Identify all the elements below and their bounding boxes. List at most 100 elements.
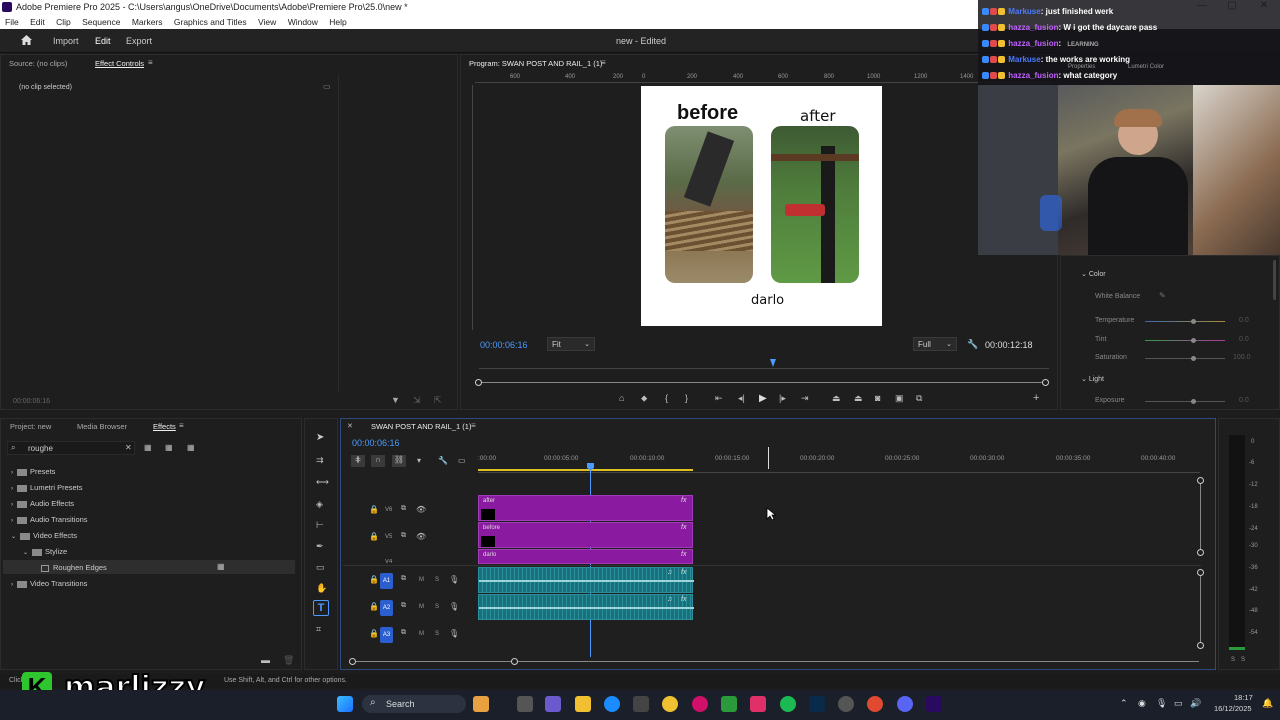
panel-menu-icon[interactable]: ≡ [179, 421, 184, 430]
microphone-icon[interactable]: 🎙 [449, 629, 459, 638]
windows-start-icon[interactable] [337, 696, 353, 712]
scroll-handle[interactable] [349, 658, 356, 665]
tree-item-stylize[interactable]: ⌄ Stylize [23, 547, 67, 556]
sync-lock-icon[interactable]: ⧉ [401, 505, 406, 513]
menu-view[interactable]: View [258, 15, 276, 29]
nav-edit[interactable]: Edit [95, 36, 111, 46]
opera-icon[interactable] [692, 696, 708, 712]
track-name[interactable]: V5 [385, 534, 392, 540]
delete-icon[interactable]: 🗑 [283, 655, 294, 666]
discord-icon[interactable] [897, 696, 913, 712]
temperature-knob[interactable] [1191, 319, 1196, 324]
menu-sequence[interactable]: Sequence [82, 15, 120, 29]
clip-after[interactable]: after fx [478, 495, 693, 521]
scroll-handle[interactable] [1197, 549, 1204, 556]
wrench-icon[interactable]: 🔧 [438, 456, 448, 465]
tray-chevron-icon[interactable]: ⌃ [1120, 698, 1128, 709]
zoom-select[interactable]: Fit ⌄ [547, 337, 595, 351]
lock-icon[interactable]: 🔒 [369, 532, 379, 541]
share-icon[interactable]: ⇱ [434, 395, 442, 406]
lock-icon[interactable]: 🔒 [369, 629, 379, 638]
file-explorer-icon[interactable] [575, 696, 591, 712]
lock-icon[interactable]: 🔒 [369, 602, 379, 611]
tray-mic-icon[interactable]: 🎙 [1156, 698, 1167, 709]
add-marker-icon[interactable]: ⌂ [619, 393, 624, 403]
hand-tool-icon[interactable]: ✋ [316, 583, 327, 594]
close-icon[interactable]: ✕ [347, 422, 353, 430]
marker-icon[interactable]: ⬥ [641, 393, 647, 404]
taskbar-time[interactable]: 18:17 [1234, 693, 1253, 702]
video-scrollbar[interactable] [1200, 479, 1201, 553]
temperature-slider[interactable] [1145, 321, 1225, 322]
slip-tool-icon[interactable]: ⊢ [316, 520, 324, 531]
filter-icon[interactable]: ▼ [391, 395, 400, 405]
go-to-in-icon[interactable]: ⇤ [715, 393, 723, 404]
zoom-handle-left[interactable] [475, 379, 482, 386]
comparison-view-icon[interactable]: ▣ [895, 393, 904, 404]
notification-icon[interactable]: 🔔 [1262, 698, 1273, 709]
audio-clip-a1[interactable]: ♫ fx [478, 567, 694, 593]
chrome-icon[interactable] [867, 696, 883, 712]
eye-icon[interactable]: 👁 [416, 532, 426, 541]
lock-icon[interactable]: 🔒 [369, 575, 379, 584]
wrench-icon[interactable]: 🔧 [967, 339, 978, 350]
solo-button[interactable]: S [435, 604, 439, 610]
tab-effects[interactable]: Effects [153, 422, 176, 431]
yuv-effects-icon[interactable]: ▦ [187, 443, 195, 452]
menu-graphics[interactable]: Graphics and Titles [174, 15, 247, 29]
rectangle-tool-icon[interactable]: ▭ [316, 562, 325, 573]
program-menu-icon[interactable]: ≡ [601, 58, 606, 67]
tab-media-browser[interactable]: Media Browser [77, 422, 127, 431]
taskbar-search[interactable]: ⌕ Search [362, 695, 466, 713]
volume-icon[interactable]: 🔊 [1190, 698, 1201, 709]
home-icon[interactable] [20, 34, 33, 46]
ripple-edit-tool-icon[interactable]: ⟷ [316, 477, 329, 488]
store-icon[interactable] [633, 696, 649, 712]
tree-item-lumetri-presets[interactable]: › Lumetri Presets [11, 483, 83, 492]
snap-icon[interactable]: ∩ [371, 455, 385, 467]
nav-export[interactable]: Export [126, 36, 152, 46]
taskbar-date[interactable]: 16/12/2025 [1214, 704, 1252, 713]
scrollbar[interactable] [1273, 260, 1276, 300]
solo-button[interactable]: S [435, 577, 439, 583]
learning-tab[interactable]: LEARNING [1067, 42, 1098, 48]
tree-item-audio-effects[interactable]: › Audio Effects [11, 499, 74, 508]
captions-icon[interactable]: ▭ [458, 456, 466, 465]
camera-icon[interactable]: ◙ [875, 393, 880, 403]
program-scrub-ruler[interactable] [479, 359, 1049, 369]
zoom-scrollbar[interactable] [479, 382, 1047, 383]
timeline-timecode[interactable]: 00:00:06:16 [352, 438, 400, 448]
chrome-canary-icon[interactable] [662, 696, 678, 712]
mute-button[interactable]: M [419, 604, 424, 610]
menu-window[interactable]: Window [288, 15, 318, 29]
eyedropper-icon[interactable]: ✎ [1159, 291, 1166, 300]
saturation-slider[interactable] [1145, 358, 1225, 359]
scroll-handle[interactable] [511, 658, 518, 665]
vr-icon[interactable]: ⧉ [916, 393, 922, 404]
tab-project[interactable]: Project: new [10, 422, 51, 431]
tree-item-video-effects[interactable]: ⌄ Video Effects [11, 531, 77, 540]
horizontal-scrollbar[interactable] [353, 661, 1199, 662]
razor-tool-icon[interactable]: ◈ [316, 499, 323, 510]
edge-icon[interactable] [604, 696, 620, 712]
eye-icon[interactable]: 👁 [416, 505, 426, 514]
sync-lock-icon[interactable]: ⧉ [401, 532, 406, 540]
menu-markers[interactable]: Markers [132, 15, 163, 29]
scroll-handle[interactable] [1197, 477, 1204, 484]
sync-lock-icon[interactable]: ⧉ [401, 629, 406, 637]
accelerated-effects-icon[interactable]: ▦ [144, 443, 152, 452]
effects-search[interactable]: ⌕ roughe ✕ [7, 441, 135, 455]
saturation-knob[interactable] [1191, 356, 1196, 361]
audio-clip-a2[interactable]: ♫ fx [478, 594, 694, 620]
mark-in-icon[interactable]: { [665, 393, 668, 403]
solo-button[interactable]: S [435, 631, 439, 637]
tree-item-video-transitions[interactable]: › Video Transitions [11, 579, 87, 588]
work-area-bar[interactable] [478, 469, 693, 471]
panel-menu-icon[interactable]: ≡ [471, 421, 476, 430]
saturation-value[interactable]: 100.0 [1233, 354, 1251, 361]
task-view-icon[interactable] [517, 696, 533, 712]
solo-right-button[interactable]: S [1241, 657, 1245, 663]
network-icon[interactable]: ▭ [1174, 698, 1183, 709]
sync-lock-icon[interactable]: ⧉ [401, 575, 406, 583]
tint-value[interactable]: 0.0 [1239, 336, 1249, 343]
